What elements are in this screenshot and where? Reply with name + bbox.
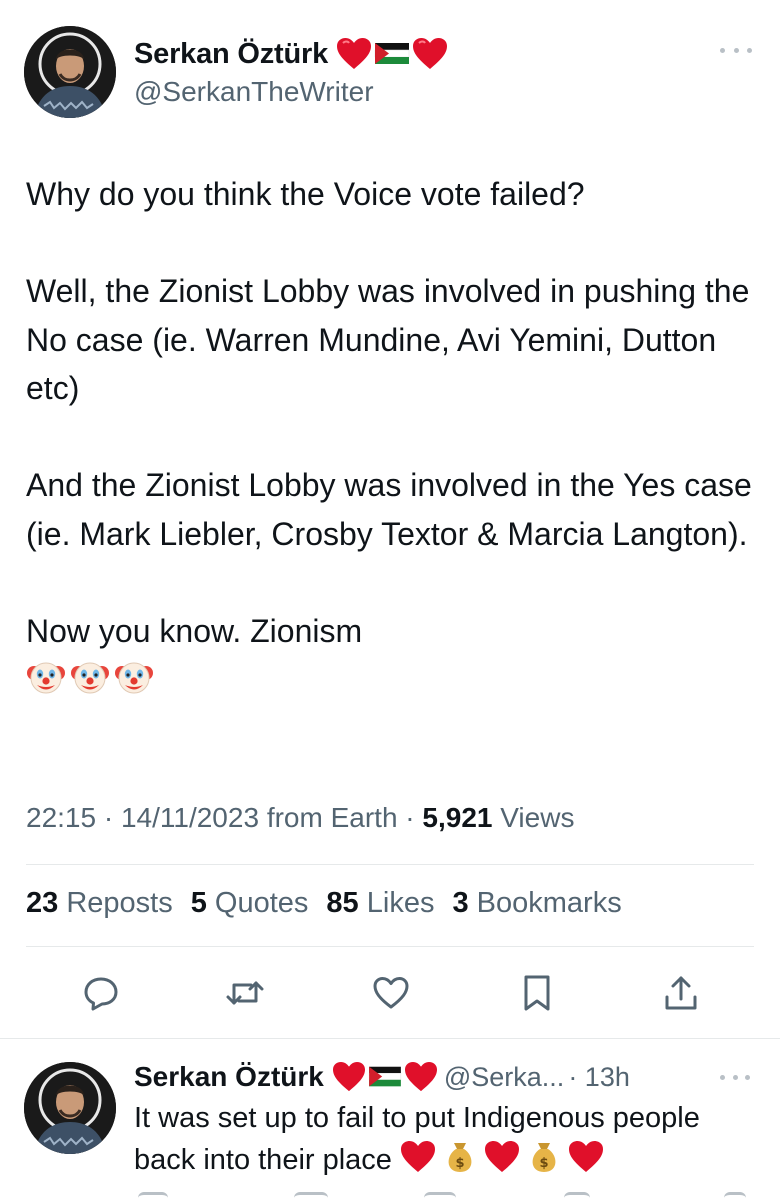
more-dot	[732, 1074, 738, 1080]
reply-time[interactable]: · 13h	[568, 1062, 630, 1093]
clown-emoji-row	[26, 657, 756, 697]
quotes-label: Quotes	[214, 887, 309, 919]
author-name-badges	[336, 37, 448, 71]
more-options-icon[interactable]	[720, 38, 752, 62]
more-dot	[720, 47, 725, 53]
reposts-count: 23	[26, 887, 59, 919]
reply-more-options-icon[interactable]	[720, 1072, 750, 1082]
likes-stat[interactable]: 85 Likes	[326, 887, 434, 920]
meta-separator: ·	[405, 802, 415, 833]
more-dot	[745, 1074, 750, 1080]
red-heart-icon	[400, 1141, 435, 1172]
tweet-date[interactable]: 14/11/2023	[121, 802, 259, 833]
tweet-meta: 22:15 · 14/11/2023 from Earth · 5,921 Vi…	[26, 802, 574, 834]
tweet-detail-page: Serkan Öztürk @SerkanTheWriter Why do yo…	[0, 0, 780, 1200]
author-name-row: Serkan Öztürk	[134, 36, 448, 72]
tweet-text: Why do you think the Voice vote failed? …	[26, 170, 756, 697]
reposts-stat[interactable]: 23 Reposts	[26, 887, 173, 920]
tweet-paragraph: Now you know. Zionism	[26, 612, 363, 649]
divider	[26, 864, 754, 865]
share-icon[interactable]	[724, 1192, 746, 1200]
like-icon[interactable]	[424, 1192, 456, 1200]
clown-face-icon	[27, 662, 65, 694]
svg-text:$: $	[455, 1156, 464, 1171]
reply-emoji-row: $ $	[400, 1139, 604, 1175]
more-dot	[720, 1074, 725, 1080]
reply-header: Serkan Öztürk @Serka... · 13h	[134, 1058, 630, 1096]
engagement-stats: 23 Reposts 5 Quotes 85 Likes 3 Bookmarks	[26, 887, 622, 920]
meta-separator: ·	[103, 802, 114, 833]
reply-action-bar	[134, 1188, 754, 1200]
repost-button[interactable]	[220, 968, 270, 1018]
author-display-name[interactable]: Serkan Öztürk	[134, 38, 328, 71]
reply-author-handle[interactable]: @Serka...	[444, 1062, 564, 1093]
reply-icon[interactable]	[138, 1192, 168, 1200]
tweet-paragraph: And the Zionist Lobby was involved in th…	[26, 467, 752, 552]
bookmark-button[interactable]	[512, 968, 562, 1018]
tweet-source: from Earth	[266, 802, 398, 833]
divider	[26, 946, 754, 947]
reply-text: It was set up to fail to put Indigenous …	[134, 1098, 754, 1181]
views-count: 5,921	[422, 802, 493, 833]
more-dot	[733, 47, 739, 53]
red-heart-icon	[404, 1061, 437, 1092]
tweet-time[interactable]: 22:15	[26, 802, 96, 833]
bookmarks-count: 3	[452, 887, 469, 919]
views-icon[interactable]	[564, 1192, 590, 1200]
red-heart-icon	[568, 1141, 603, 1172]
avatar-image	[24, 1062, 116, 1154]
reply-author-avatar[interactable]	[24, 1062, 116, 1154]
likes-count: 85	[326, 887, 359, 919]
share-icon	[665, 976, 697, 1010]
clown-face-icon	[115, 662, 153, 694]
divider	[0, 1038, 780, 1039]
clown-face-icon	[71, 662, 109, 694]
svg-text:$: $	[539, 1156, 548, 1171]
bookmarks-stat[interactable]: 3 Bookmarks	[452, 887, 621, 920]
quotes-count: 5	[190, 887, 207, 919]
like-icon	[373, 977, 409, 1009]
author-avatar[interactable]	[24, 26, 116, 118]
reposts-label: Reposts	[66, 887, 173, 919]
bookmark-icon	[524, 975, 550, 1011]
palestine-flag-icon	[374, 43, 410, 64]
tweet-paragraph: Well, the Zionist Lobby was involved in …	[26, 273, 750, 406]
share-button[interactable]	[656, 968, 706, 1018]
likes-label: Likes	[366, 887, 435, 919]
views-label: Views	[500, 802, 575, 833]
money-bag-icon: $	[448, 1143, 472, 1172]
repost-icon[interactable]	[294, 1192, 328, 1200]
red-heart-icon	[332, 1061, 365, 1092]
red-heart-icon	[484, 1141, 519, 1172]
tweet-header: Serkan Öztürk @SerkanTheWriter	[24, 26, 756, 120]
red-heart-icon	[337, 38, 372, 69]
tweet-action-bar	[76, 968, 706, 1018]
repost-icon	[226, 981, 264, 1005]
reply-button[interactable]	[76, 968, 126, 1018]
tweet-paragraph: Why do you think the Voice vote failed?	[26, 176, 585, 212]
red-heart-icon	[413, 38, 448, 69]
author-handle[interactable]: @SerkanTheWriter	[134, 76, 374, 108]
palestine-flag-icon	[368, 1066, 401, 1087]
bookmarks-label: Bookmarks	[476, 887, 622, 919]
like-button[interactable]	[366, 968, 416, 1018]
reply-author-name[interactable]: Serkan Öztürk	[134, 1061, 324, 1093]
more-dot	[747, 47, 752, 53]
money-bag-icon: $	[532, 1143, 556, 1172]
reply-name-badges	[332, 1061, 438, 1093]
reply-icon	[84, 977, 118, 1011]
quotes-stat[interactable]: 5 Quotes	[191, 887, 309, 920]
avatar-image	[24, 26, 116, 118]
